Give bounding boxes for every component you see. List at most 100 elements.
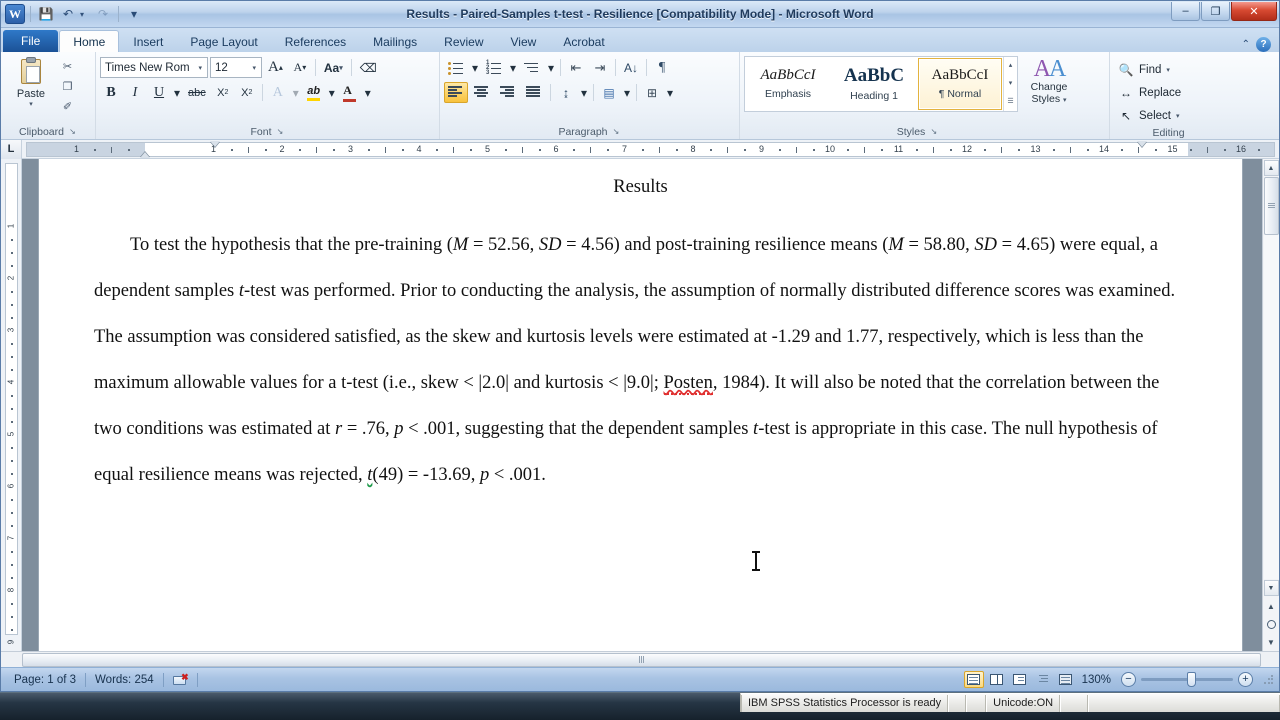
- underline-button[interactable]: U: [148, 82, 170, 103]
- tab-insert[interactable]: Insert: [120, 31, 176, 52]
- ribbon-tab-right-controls[interactable]: ⌃ ?: [1242, 37, 1279, 52]
- increase-indent-icon[interactable]: ⇥: [589, 57, 611, 78]
- grow-font-icon[interactable]: A ▴: [264, 57, 287, 78]
- underline-caret-icon[interactable]: ▾: [172, 82, 182, 103]
- quick-access-toolbar[interactable]: W 💾 ↶ ▾ ↷ ▾: [1, 1, 144, 27]
- word-count[interactable]: Words: 254: [86, 671, 163, 689]
- proofing-status-button[interactable]: ✖: [164, 671, 197, 689]
- window-controls[interactable]: – ❐ ✕: [1171, 2, 1277, 21]
- shading-icon[interactable]: ▤: [598, 82, 620, 103]
- scroll-up-button[interactable]: ▲: [1263, 160, 1279, 176]
- select-button[interactable]: ↖ Select ▾: [1114, 105, 1183, 126]
- multilevel-caret-icon[interactable]: ▾: [546, 57, 556, 78]
- align-left-button[interactable]: [444, 82, 468, 103]
- superscript-button[interactable]: X2: [236, 82, 258, 103]
- text-effects-icon[interactable]: A: [267, 82, 289, 103]
- numbering-caret-icon[interactable]: ▾: [508, 57, 518, 78]
- save-icon[interactable]: 💾: [36, 4, 56, 24]
- vertical-ruler[interactable]: 1 2 3 4 5 6 7 8 9: [1, 159, 22, 651]
- document-text-body[interactable]: Results To test the hypothesis that the …: [39, 159, 1242, 498]
- styles-gallery[interactable]: AaBbCcI Emphasis AaBbC Heading 1 AaBbCcI…: [744, 56, 1018, 112]
- select-caret-icon[interactable]: ▾: [1176, 112, 1180, 120]
- undo-icon[interactable]: ↶: [58, 4, 78, 24]
- sort-icon[interactable]: A↓: [620, 57, 642, 78]
- tab-view[interactable]: View: [498, 31, 550, 52]
- numbering-icon[interactable]: 123: [482, 57, 506, 78]
- bullets-caret-icon[interactable]: ▾: [470, 57, 480, 78]
- tab-review[interactable]: Review: [431, 31, 496, 52]
- customize-qat-caret-icon[interactable]: ▾: [124, 4, 144, 24]
- tab-file[interactable]: File: [3, 30, 59, 52]
- hanging-indent-marker[interactable]: [140, 151, 150, 158]
- view-draft-button[interactable]: [1056, 671, 1076, 688]
- style-item-normal[interactable]: AaBbCcI ¶ Normal: [918, 58, 1002, 110]
- zoom-level-button[interactable]: 130%: [1076, 674, 1121, 686]
- document-page[interactable]: Results To test the hypothesis that the …: [39, 159, 1242, 651]
- align-center-button[interactable]: [470, 82, 494, 103]
- change-case-icon[interactable]: Aa ▾: [320, 57, 347, 78]
- clipboard-dialog-launcher-icon[interactable]: ↘: [68, 127, 77, 136]
- align-right-button[interactable]: [496, 82, 520, 103]
- shrink-font-icon[interactable]: A ▾: [289, 57, 311, 78]
- scroll-down-button[interactable]: ▼: [1263, 580, 1279, 596]
- clear-formatting-icon[interactable]: ⌫: [356, 57, 381, 78]
- view-web-layout-button[interactable]: [1010, 671, 1030, 688]
- styles-dialog-launcher-icon[interactable]: ↘: [929, 127, 938, 136]
- help-icon[interactable]: ?: [1256, 37, 1271, 52]
- justify-button[interactable]: [522, 82, 546, 103]
- redo-icon[interactable]: ↷: [93, 4, 113, 24]
- borders-icon[interactable]: ⊞: [641, 82, 663, 103]
- paste-button[interactable]: Paste ▾: [5, 55, 57, 108]
- font-size-combo[interactable]: 12 ▾: [210, 57, 262, 78]
- italic-button[interactable]: I: [124, 82, 146, 103]
- view-print-layout-button[interactable]: [963, 671, 984, 688]
- zoom-slider-thumb[interactable]: [1187, 672, 1196, 687]
- styles-scroll-up-icon[interactable]: ▴: [1004, 58, 1017, 74]
- find-button[interactable]: 🔍 Find ▾: [1114, 59, 1174, 80]
- tab-selector-button[interactable]: L: [1, 139, 22, 159]
- view-full-screen-reading-button[interactable]: [987, 671, 1007, 688]
- view-outline-button[interactable]: [1033, 671, 1053, 688]
- style-item-emphasis[interactable]: AaBbCcI Emphasis: [746, 58, 830, 110]
- text-effects-caret-icon[interactable]: ▾: [291, 82, 301, 103]
- view-buttons[interactable]: [963, 671, 1076, 688]
- borders-caret-icon[interactable]: ▾: [665, 82, 675, 103]
- previous-page-button[interactable]: ▲: [1264, 598, 1279, 614]
- copy-icon[interactable]: ❐: [59, 78, 76, 95]
- word-logo-icon[interactable]: W: [5, 4, 25, 24]
- spss-status-strip[interactable]: IBM SPSS Statistics Processor is ready U…: [740, 693, 1280, 712]
- tab-references[interactable]: References: [272, 31, 359, 52]
- select-browse-object-button[interactable]: [1264, 616, 1279, 632]
- vertical-scroll-track[interactable]: [1263, 235, 1279, 579]
- font-color-icon[interactable]: A: [339, 82, 361, 103]
- change-styles-button[interactable]: AA Change Styles ▾: [1018, 55, 1080, 106]
- tab-mailings[interactable]: Mailings: [360, 31, 430, 52]
- vertical-scroll-thumb[interactable]: [1263, 177, 1279, 235]
- tab-home[interactable]: Home: [59, 30, 120, 52]
- zoom-out-button[interactable]: −: [1121, 672, 1136, 687]
- font-name-caret-icon[interactable]: ▾: [195, 64, 205, 72]
- ribbon-tabstrip[interactable]: File Home Insert Page Layout References …: [1, 28, 1279, 52]
- decrease-indent-icon[interactable]: ⇤: [565, 57, 587, 78]
- page-indicator[interactable]: Page: 1 of 3: [5, 671, 85, 689]
- bold-button[interactable]: B: [100, 82, 122, 103]
- zoom-in-button[interactable]: +: [1238, 672, 1253, 687]
- paragraph-dialog-launcher-icon[interactable]: ↘: [612, 127, 621, 136]
- show-formatting-marks-icon[interactable]: ¶: [651, 57, 673, 78]
- tab-page-layout[interactable]: Page Layout: [177, 31, 270, 52]
- style-item-heading-1[interactable]: AaBbC Heading 1: [832, 58, 916, 110]
- document-paragraph[interactable]: To test the hypothesis that the pre-trai…: [94, 222, 1187, 498]
- undo-dropdown-caret[interactable]: ▾: [80, 10, 91, 19]
- horizontal-scroll-thumb[interactable]: [22, 652, 1261, 667]
- zoom-slider-track[interactable]: [1141, 672, 1233, 687]
- strikethrough-button[interactable]: abc: [184, 82, 210, 103]
- replace-button[interactable]: ↔ Replace: [1114, 82, 1185, 103]
- shading-caret-icon[interactable]: ▾: [622, 82, 632, 103]
- subscript-button[interactable]: X2: [212, 82, 234, 103]
- resize-grip[interactable]: [1263, 673, 1275, 686]
- font-dialog-launcher-icon[interactable]: ↘: [276, 127, 285, 136]
- highlight-caret-icon[interactable]: ▾: [327, 82, 337, 103]
- zoom-slider-control[interactable]: − +: [1121, 672, 1259, 687]
- tab-acrobat[interactable]: Acrobat: [550, 31, 617, 52]
- maximize-button[interactable]: ❐: [1201, 2, 1230, 21]
